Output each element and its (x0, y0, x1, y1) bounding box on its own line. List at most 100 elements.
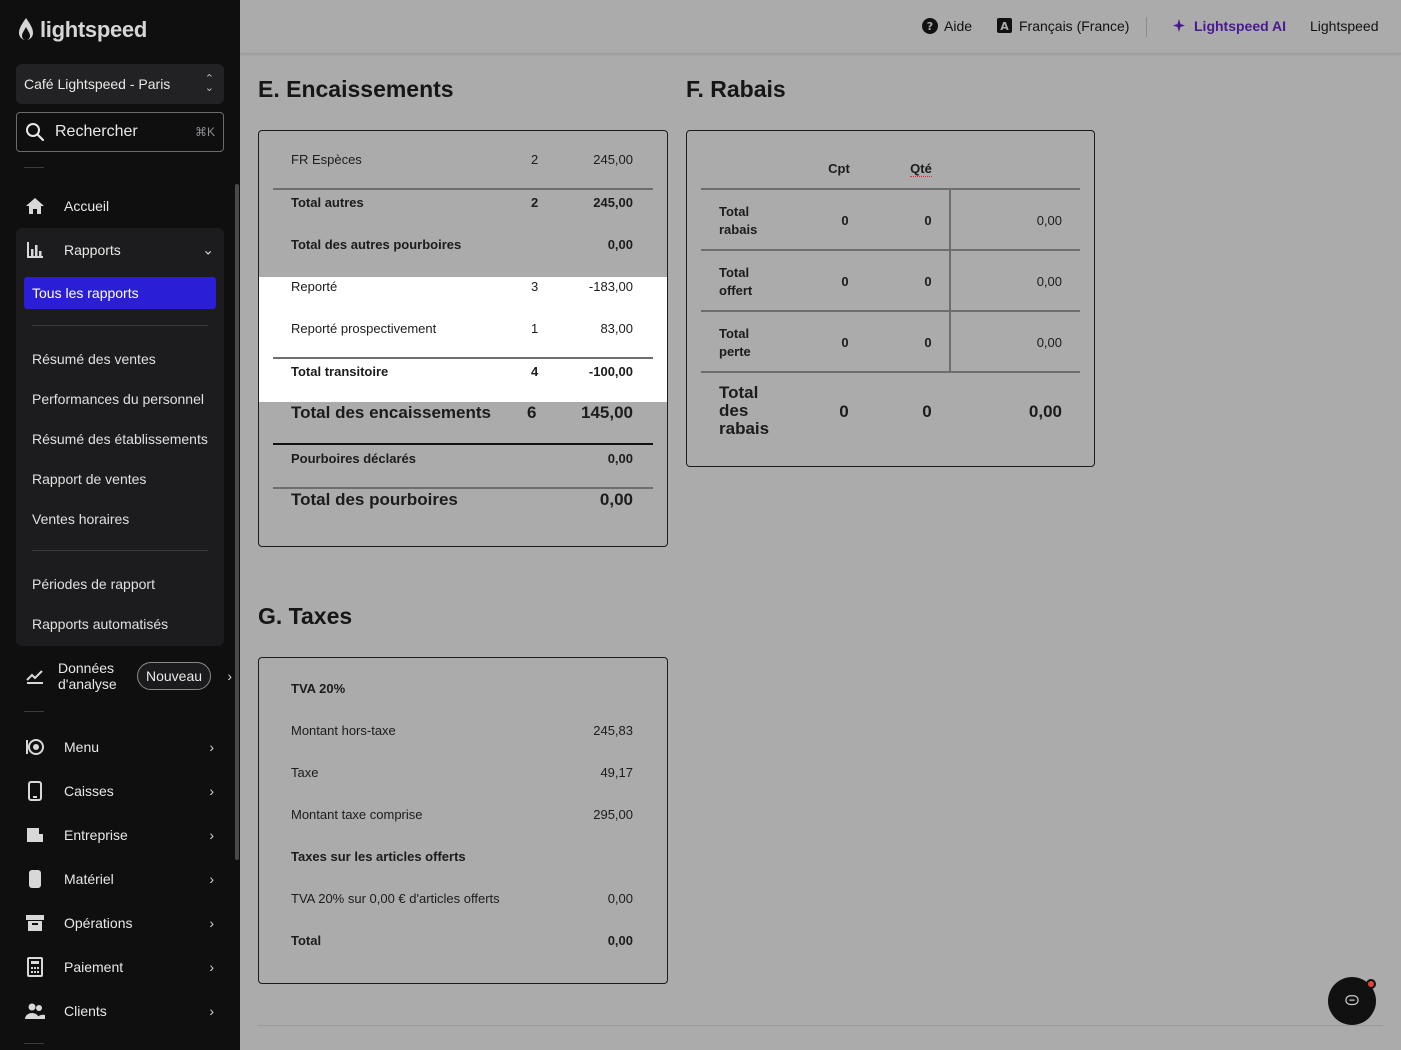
nav-reports-label: Rapports (64, 242, 121, 258)
search-label: Rechercher (55, 123, 138, 140)
trend-icon (26, 670, 43, 684)
sidebar-item-hourly-sales[interactable]: Ventes horaires (32, 511, 129, 527)
chevron-right-icon: › (227, 668, 232, 684)
divider (1146, 17, 1147, 37)
divider (24, 1043, 44, 1044)
home-icon (26, 198, 44, 214)
nav-customers-label: Clients (64, 1003, 107, 1019)
svg-text:A: A (1000, 20, 1009, 33)
lightspeed-logo[interactable]: lightspeed (16, 16, 147, 44)
new-badge: Nouveau (137, 662, 212, 690)
notification-dot (1366, 979, 1376, 989)
divider (273, 443, 653, 445)
chevron-down-icon: ⌄ (202, 241, 214, 258)
updown-chevron-icon: ⌃ ⌄ (204, 73, 214, 94)
divider (273, 357, 653, 359)
lightspeed-ai-button[interactable]: Lightspeed AI (1172, 18, 1286, 34)
column-divider (949, 189, 951, 371)
calculator-icon (27, 957, 43, 977)
search-icon (26, 123, 45, 142)
chat-icon (1345, 995, 1359, 1006)
nav-customers[interactable]: Clients › (16, 991, 224, 1031)
chevron-right-icon: › (209, 783, 214, 799)
taxes-card: TVA 20% Montant hors-taxe 245,83 Taxe 49… (258, 657, 668, 984)
rabais-card: Cpt Qté Total rabais 0 0 0,00 Total offe… (686, 130, 1095, 467)
users-icon (25, 1003, 45, 1019)
nav-home[interactable]: Accueil (16, 186, 224, 226)
divider (701, 188, 1080, 190)
chevron-right-icon: › (209, 1003, 214, 1019)
archive-icon (26, 915, 44, 931)
column-header: Qté (910, 161, 932, 177)
venue-name: Café Lightspeed - Paris (24, 76, 171, 92)
business-icon (27, 828, 43, 842)
chat-button[interactable] (1328, 977, 1376, 1025)
chevron-right-icon: › (209, 915, 214, 931)
device-icon (29, 870, 41, 888)
nav-business-label: Entreprise (64, 827, 128, 843)
nav-reports[interactable]: Rapports ⌄ (16, 230, 224, 270)
divider (701, 249, 1080, 251)
language-icon: A (997, 18, 1012, 33)
section-title-rabais: F. Rabais (686, 76, 786, 102)
nav-operations-label: Opérations (64, 915, 133, 931)
top-bar: ? Aide A Français (France) Lightspeed AI… (240, 0, 1401, 54)
highlighted-rows (259, 277, 667, 402)
chevron-right-icon: › (209, 959, 214, 975)
nav-analytics-label: Données d'analyse (58, 660, 117, 692)
section-title-encaissements: E. Encaissements (258, 76, 454, 102)
nav-menu[interactable]: Menu › (16, 727, 224, 767)
account-label: Lightspeed (1310, 18, 1379, 34)
search-button[interactable]: Rechercher ⌘K (16, 112, 224, 152)
divider (24, 167, 44, 168)
sidebar-scrollbar[interactable] (235, 184, 239, 860)
help-label: Aide (944, 18, 973, 34)
section-title-taxes: G. Taxes (258, 603, 353, 629)
sidebar-item-sales-report[interactable]: Rapport de ventes (32, 471, 146, 487)
ai-label: Lightspeed AI (1194, 18, 1287, 34)
nav-payment-label: Paiement (64, 959, 124, 975)
search-shortcut: ⌘K (194, 125, 215, 139)
divider (701, 310, 1080, 312)
venue-selector[interactable]: Café Lightspeed - Paris ⌃ ⌄ (16, 64, 224, 104)
chevron-right-icon: › (209, 827, 214, 843)
sidebar-item-sales-summary[interactable]: Résumé des ventes (32, 351, 156, 367)
encaissements-card: FR Espèces 2 245,00 Total autres 2 245,0… (258, 130, 668, 547)
sidebar-item-all-reports[interactable]: Tous les rapports (24, 277, 216, 309)
nav-registers-label: Caisses (64, 783, 114, 799)
nav-registers[interactable]: Caisses › (16, 771, 224, 811)
nav-hardware-label: Matériel (64, 871, 114, 887)
logo-text: lightspeed (40, 17, 148, 42)
svg-text:?: ? (927, 20, 933, 33)
divider (273, 487, 653, 489)
divider (701, 371, 1080, 373)
nav-payment[interactable]: Paiement › (16, 947, 224, 987)
chevron-right-icon: › (209, 871, 214, 887)
column-header: Cpt (828, 161, 850, 176)
chevron-right-icon: › (209, 739, 214, 755)
footer-divider (258, 1025, 1383, 1026)
tablet-icon (28, 781, 42, 801)
divider (273, 188, 653, 190)
nav-hardware[interactable]: Matériel › (16, 859, 224, 899)
help-link[interactable]: ? Aide (922, 18, 972, 34)
sidebar-item-report-periods[interactable]: Périodes de rapport (32, 576, 155, 592)
divider (24, 711, 44, 712)
sidebar-item-venue-summary[interactable]: Résumé des établissements (32, 431, 208, 447)
nav-business[interactable]: Entreprise › (16, 815, 224, 855)
sparkle-icon (1173, 19, 1185, 32)
account-menu[interactable]: Lightspeed (1310, 18, 1379, 34)
sidebar-item-staff-performance[interactable]: Performances du personnel (32, 391, 204, 407)
plate-icon (26, 739, 44, 755)
bar-chart-icon (27, 242, 43, 258)
language-selector[interactable]: A Français (France) (997, 18, 1129, 34)
flame-icon (19, 18, 33, 40)
language-label: Français (France) (1019, 18, 1130, 34)
nav-home-label: Accueil (64, 198, 110, 214)
sidebar-item-automated-reports[interactable]: Rapports automatisés (32, 616, 168, 632)
sidebar: lightspeed Café Lightspeed - Paris ⌃ ⌄ Re… (0, 0, 240, 1050)
nav-menu-label: Menu (64, 739, 100, 755)
nav-operations[interactable]: Opérations › (16, 903, 224, 943)
divider (32, 325, 208, 326)
divider (32, 550, 208, 551)
